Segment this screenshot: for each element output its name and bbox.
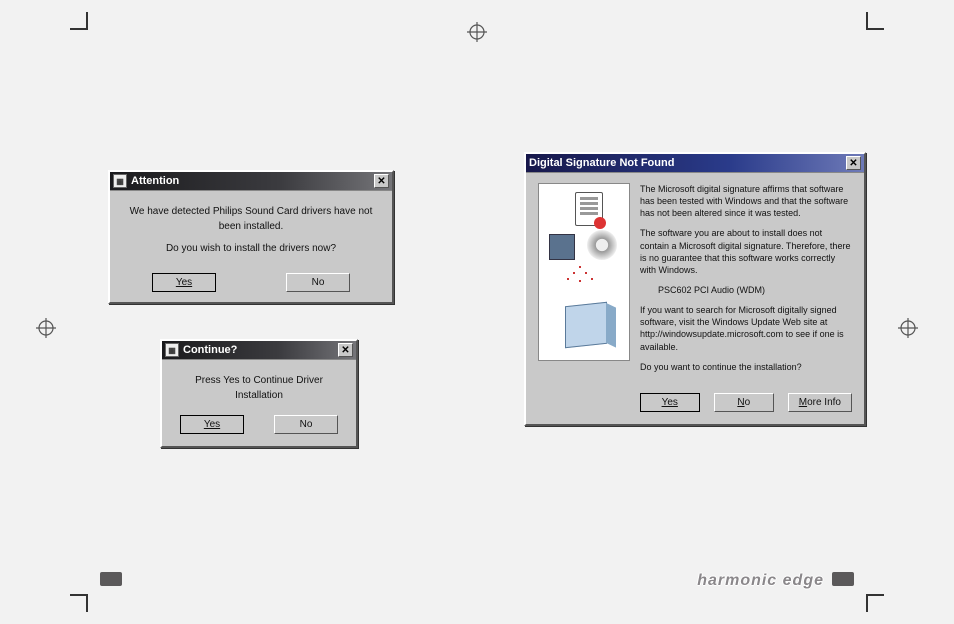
- signature-para-3: If you want to search for Microsoft digi…: [640, 304, 852, 353]
- crop-mark-top-left: [70, 18, 90, 38]
- registration-mark-top: [467, 22, 487, 42]
- attention-dialog: ▦ Attention ✕ We have detected Philips S…: [108, 170, 394, 304]
- continue-message: Press Yes to Continue Driver Installatio…: [172, 374, 346, 403]
- document-seal-icon: [575, 192, 603, 226]
- attention-no-button[interactable]: No: [286, 273, 350, 292]
- signature-yes-button[interactable]: Yes: [640, 393, 700, 412]
- signature-titlebar[interactable]: Digital Signature Not Found ✕: [526, 154, 864, 173]
- signature-para-2: The software you are about to install do…: [640, 227, 852, 276]
- page-accent-right: [832, 572, 854, 586]
- attention-titlebar[interactable]: ▦ Attention ✕: [110, 172, 392, 191]
- continue-title-icon: ▦: [165, 343, 179, 357]
- attention-message-2: Do you wish to install the drivers now?: [122, 242, 380, 257]
- signature-para-1: The Microsoft digital signature affirms …: [640, 183, 852, 219]
- attention-message-1: We have detected Philips Sound Card driv…: [122, 205, 380, 234]
- signature-device-name: PSC602 PCI Audio (WDM): [640, 284, 852, 296]
- continue-dialog: ▦ Continue? ✕ Press Yes to Continue Driv…: [160, 339, 358, 448]
- cd-icon: [587, 230, 617, 260]
- continue-titlebar[interactable]: ▦ Continue? ✕: [162, 341, 356, 360]
- transfer-dots-icon: [579, 266, 581, 268]
- signature-close-button[interactable]: ✕: [846, 156, 861, 170]
- floppy-disk-icon: [549, 234, 575, 260]
- signature-no-button[interactable]: No: [714, 393, 774, 412]
- signature-more-info-button[interactable]: More Info: [788, 393, 852, 412]
- attention-title: Attention: [131, 175, 374, 187]
- attention-close-button[interactable]: ✕: [374, 174, 389, 188]
- registration-mark-left: [36, 318, 56, 338]
- attention-yes-button[interactable]: Yes: [152, 273, 216, 292]
- attention-title-icon: ▦: [113, 174, 127, 188]
- continue-no-button[interactable]: No: [274, 415, 338, 434]
- brand-logo-text: harmonic edge: [697, 572, 824, 590]
- signature-illustration: [538, 183, 630, 361]
- crop-mark-top-right: [864, 18, 884, 38]
- crop-mark-bottom-right: [864, 586, 884, 606]
- signature-prompt: Do you want to continue the installation…: [640, 361, 852, 373]
- registration-mark-right: [898, 318, 918, 338]
- signature-dialog: Digital Signature Not Found ✕ The Micros…: [524, 152, 866, 426]
- computer-box-icon: [565, 302, 607, 348]
- continue-title: Continue?: [183, 344, 338, 356]
- crop-mark-bottom-left: [70, 586, 90, 606]
- page-accent-left: [100, 572, 122, 586]
- continue-yes-button[interactable]: Yes: [180, 415, 244, 434]
- continue-close-button[interactable]: ✕: [338, 343, 353, 357]
- signature-title: Digital Signature Not Found: [529, 157, 846, 169]
